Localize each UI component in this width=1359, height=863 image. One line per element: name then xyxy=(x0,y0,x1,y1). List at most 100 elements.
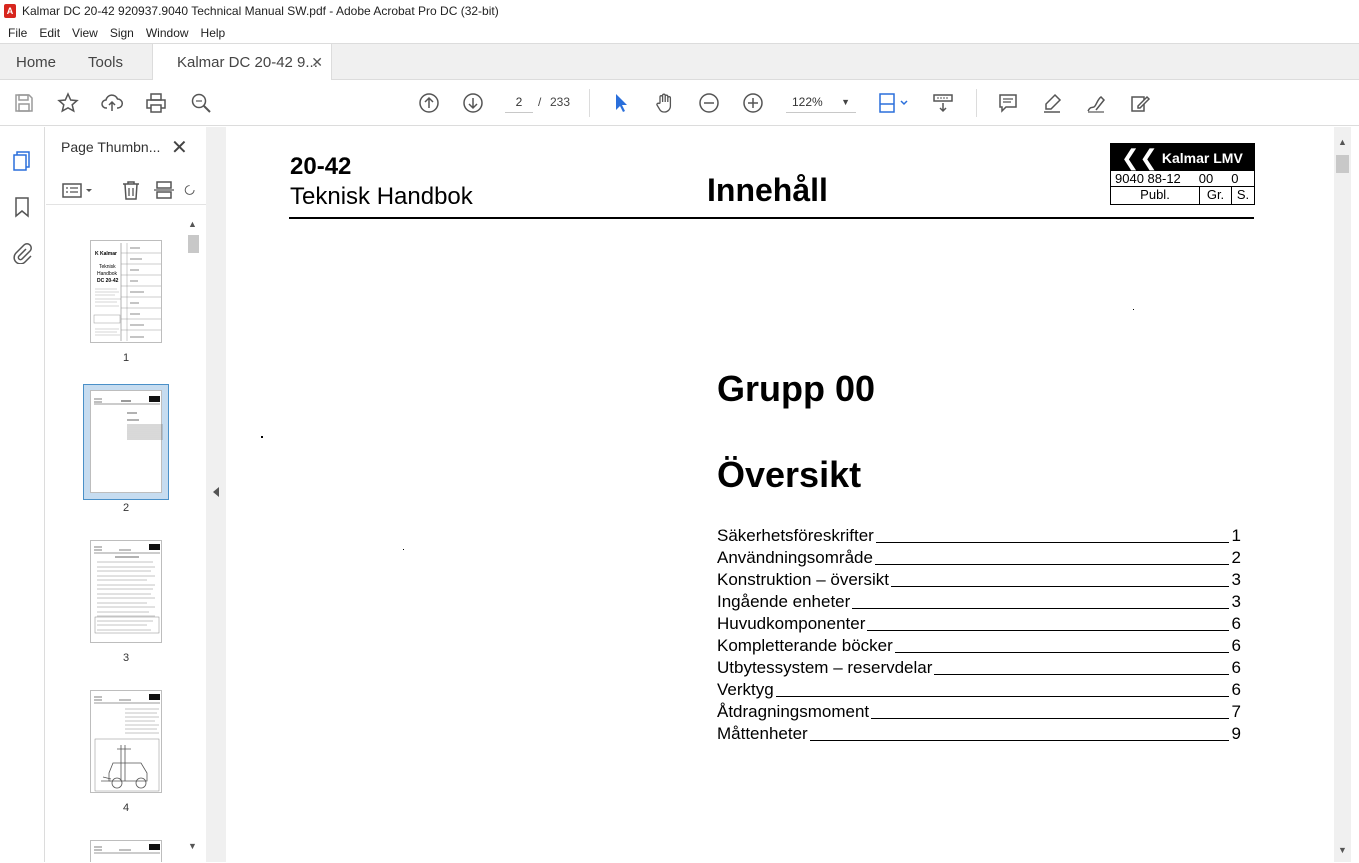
scroll-mode-icon[interactable] xyxy=(931,91,955,115)
kalmar-brand: Kalmar LMV xyxy=(1161,149,1243,166)
kalmar-k-icon: ❮❮ xyxy=(1121,144,1158,170)
menu-view[interactable]: View xyxy=(66,26,104,40)
thumbnail-page-4[interactable] xyxy=(90,690,162,793)
toc-page: 3 xyxy=(1231,570,1241,589)
thumbnail-label-3: 3 xyxy=(122,652,130,664)
toc-label: Säkerhetsföreskrifter xyxy=(717,526,876,546)
toc-page: 6 xyxy=(1231,636,1241,655)
thumbnail-page-2[interactable] xyxy=(90,390,163,493)
svg-text:DC 20-42: DC 20-42 xyxy=(97,278,119,284)
bookmark-icon[interactable] xyxy=(10,195,34,219)
toc-label: Verktyg xyxy=(717,680,776,700)
zoom-value: 122% xyxy=(792,94,823,109)
menu-bar: File Edit View Sign Window Help xyxy=(0,22,1359,43)
panel-collapse-handle[interactable] xyxy=(206,127,226,862)
toc-row[interactable]: Huvudkomponenter 6 xyxy=(717,612,1241,634)
label-publ: Publ. xyxy=(1140,187,1170,202)
svg-text:Handbok: Handbok xyxy=(97,271,118,277)
fit-page-icon[interactable] xyxy=(875,91,911,115)
options-menu-icon[interactable] xyxy=(60,178,96,202)
tab-close-icon[interactable]: ✕ xyxy=(311,54,323,71)
toc-row[interactable]: Konstruktion – översikt 3 xyxy=(717,568,1241,590)
page-thumbnails-icon[interactable] xyxy=(10,149,34,173)
thumbnail-page-5-partial[interactable] xyxy=(90,840,162,862)
left-navigation-rail xyxy=(0,127,45,862)
logo-doc-row: 9040 88-12 00 0 xyxy=(1111,171,1254,187)
zoom-in-icon[interactable] xyxy=(741,91,765,115)
scan-speck xyxy=(1133,309,1134,310)
thumbnail-label-1: 1 xyxy=(122,352,130,364)
scroll-up-icon[interactable]: ▲ xyxy=(188,219,197,229)
page-separator: / xyxy=(538,95,542,109)
search-icon[interactable] xyxy=(189,91,213,115)
comment-icon[interactable] xyxy=(996,91,1020,115)
menu-window[interactable]: Window xyxy=(140,26,195,40)
star-icon[interactable] xyxy=(56,91,80,115)
thumbnail-page-3[interactable] xyxy=(90,540,162,643)
scroll-up-icon[interactable]: ▲ xyxy=(1338,137,1347,147)
menu-edit[interactable]: Edit xyxy=(33,26,66,40)
chevron-down-icon: ▼ xyxy=(841,96,850,107)
delete-page-icon[interactable] xyxy=(119,178,143,202)
toc-row[interactable]: Säkerhetsföreskrifter 1 xyxy=(717,524,1241,546)
scroll-down-icon[interactable]: ▼ xyxy=(1338,845,1347,855)
toc-row[interactable]: Ingående enheter 3 xyxy=(717,590,1241,612)
toc-label: Kompletterande böcker xyxy=(717,636,895,656)
scan-speck xyxy=(261,436,263,438)
doc-group: 00 xyxy=(1198,171,1214,186)
menu-help[interactable]: Help xyxy=(195,26,232,40)
scan-speck xyxy=(403,549,404,550)
thumbnail-scrollbar[interactable]: ▲ ▼ xyxy=(186,219,201,859)
toc-label: Utbytessystem – reservdelar xyxy=(717,658,935,678)
thumbnail-toolbar xyxy=(46,175,206,205)
page-down-icon[interactable] xyxy=(461,91,485,115)
rotate-page-icon[interactable] xyxy=(152,178,176,202)
highlight-icon[interactable] xyxy=(1040,91,1064,115)
thumbnail-label-2: 2 xyxy=(122,502,130,514)
menu-sign[interactable]: Sign xyxy=(104,26,140,40)
more-tools-icon[interactable] xyxy=(182,178,196,202)
document-scroll-thumb[interactable] xyxy=(1336,155,1349,173)
thumbnail-panel: Page Thumbn... ✕ K Kalmar Teknisk Handbo… xyxy=(46,127,206,862)
toc-label: Ingående enheter xyxy=(717,592,853,612)
edit-icon[interactable] xyxy=(1128,91,1152,115)
page-model-title: 20-42 xyxy=(290,153,352,180)
collapse-arrow-icon xyxy=(213,487,219,497)
page-up-icon[interactable] xyxy=(417,91,441,115)
logo-label-row: Publ. Gr. S. xyxy=(1111,187,1254,204)
window-title: Kalmar DC 20-42 920937.9040 Technical Ma… xyxy=(22,4,499,18)
menu-file[interactable]: File xyxy=(2,26,33,40)
thumbnail-scroll-thumb[interactable] xyxy=(188,235,199,253)
tab-home[interactable]: Home xyxy=(16,44,56,80)
toc-page: 7 xyxy=(1231,702,1241,721)
page-total: 233 xyxy=(550,95,571,109)
tab-document[interactable]: Kalmar DC 20-42 9... ✕ xyxy=(152,44,332,80)
zoom-out-icon[interactable] xyxy=(697,91,721,115)
document-scrollbar[interactable]: ▲ ▼ xyxy=(1334,127,1351,862)
attachment-icon[interactable] xyxy=(10,241,34,265)
tab-document-label: Kalmar DC 20-42 9... xyxy=(177,53,318,71)
zoom-select[interactable]: 122% ▼ xyxy=(786,91,856,113)
toc-page: 6 xyxy=(1231,614,1241,633)
toc-page: 6 xyxy=(1231,658,1241,677)
toc-row[interactable]: Användningsområde 2 xyxy=(717,546,1241,568)
thumbnail-page-1[interactable]: K Kalmar Teknisk Handbok DC 20-42 xyxy=(90,240,162,343)
toc-row[interactable]: Kompletterande böcker 6 xyxy=(717,634,1241,656)
toc-page: 2 xyxy=(1231,548,1241,567)
toc-row[interactable]: Utbytessystem – reservdelar 6 xyxy=(717,656,1241,678)
save-icon[interactable] xyxy=(12,91,36,115)
toc-row[interactable]: Åtdragningsmoment 7 xyxy=(717,700,1241,722)
upload-icon[interactable] xyxy=(100,91,124,115)
close-icon[interactable]: ✕ xyxy=(171,135,188,160)
header-rule xyxy=(289,217,1254,219)
toc-label: Åtdragningsmoment xyxy=(717,702,872,722)
scroll-down-icon[interactable]: ▼ xyxy=(188,841,197,851)
select-arrow-icon[interactable] xyxy=(609,91,633,115)
toc-row[interactable]: Verktyg 6 xyxy=(717,678,1241,700)
page-number-input[interactable] xyxy=(505,91,533,113)
hand-icon[interactable] xyxy=(653,91,677,115)
tab-tools[interactable]: Tools xyxy=(88,44,123,80)
sign-icon[interactable] xyxy=(1084,91,1108,115)
print-icon[interactable] xyxy=(144,91,168,115)
toc-row[interactable]: Måttenheter 9 xyxy=(717,722,1241,744)
